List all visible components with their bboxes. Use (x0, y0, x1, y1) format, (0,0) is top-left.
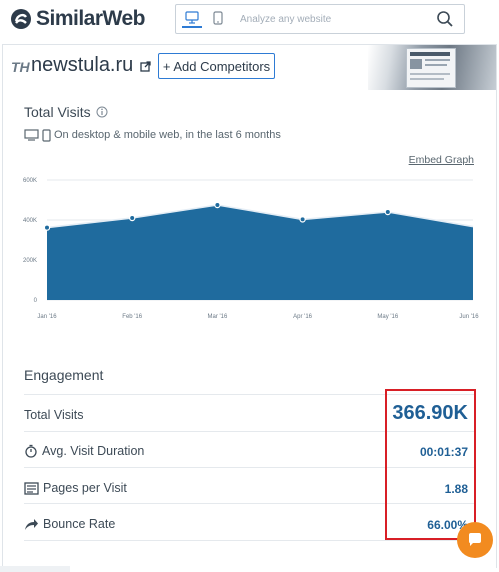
embed-graph-link[interactable]: Embed Graph (409, 154, 474, 166)
info-icon[interactable] (96, 106, 108, 118)
y-tick-label: 600K (23, 178, 37, 184)
top-header: SimilarWeb (0, 0, 499, 38)
y-tick-label: 0 (34, 298, 38, 304)
data-point (128, 214, 136, 222)
chat-button[interactable] (457, 522, 493, 558)
data-point (299, 216, 306, 223)
data-point (43, 224, 51, 231)
y-tick-label: 400K (23, 218, 37, 224)
chat-icon (469, 533, 481, 546)
similarweb-logo[interactable]: SimilarWeb (10, 7, 145, 31)
area-series (47, 205, 473, 300)
search-input[interactable] (238, 7, 432, 31)
metric-label-text: Total Visits (24, 408, 84, 422)
site-name[interactable]: newstula.ru (31, 54, 133, 77)
metric-label-total-visits: Total Visits (24, 405, 84, 425)
external-link-icon[interactable] (140, 61, 151, 72)
metric-label-text: Bounce Rate (43, 517, 116, 531)
pages-icon (24, 481, 39, 495)
bottom-bar (0, 566, 70, 572)
highlight-box (385, 389, 476, 540)
mobile-icon (213, 11, 223, 25)
mobile-toggle[interactable] (208, 8, 228, 28)
total-visits-chart: 0 200K 400K 600K Jan '16 Feb '16 Mar '16 Apr '1… (23, 178, 479, 320)
metric-label-pages-per-visit: Pages per Visit (24, 478, 127, 498)
add-competitors-button[interactable]: + Add Competitors (158, 53, 275, 79)
site-favicon-icon: TH (11, 59, 30, 75)
desktop-icon (185, 10, 199, 24)
x-tick-label: Apr '16 (293, 314, 312, 320)
x-tick-label: Mar '16 (207, 314, 227, 320)
metric-label-avg-visit-duration: Avg. Visit Duration (24, 441, 144, 461)
x-tick-label: Jan '16 (37, 314, 57, 320)
desktop-icon (24, 129, 39, 141)
metric-label-text: Pages per Visit (43, 481, 127, 495)
engagement-title: Engagement (24, 367, 104, 383)
total-visits-subtitle: On desktop & mobile web, in the last 6 m… (24, 128, 281, 142)
data-point (384, 208, 391, 216)
search-icon[interactable] (436, 10, 454, 28)
metric-label-bounce-rate: Bounce Rate (24, 514, 115, 534)
brand-name: SimilarWeb (36, 7, 145, 30)
stopwatch-icon (25, 444, 37, 458)
data-point (214, 201, 221, 209)
logo-icon (11, 9, 31, 29)
mobile-icon (42, 128, 51, 142)
x-tick-label: May '16 (377, 314, 398, 320)
total-visits-title: Total Visits (24, 104, 91, 120)
subtitle-text: On desktop & mobile web, in the last 6 m… (54, 129, 281, 141)
x-tick-label: Feb '16 (122, 314, 142, 320)
x-tick-label: Jun '16 (459, 314, 479, 320)
site-thumbnail (368, 45, 496, 91)
metric-label-text: Avg. Visit Duration (42, 444, 145, 458)
desktop-toggle[interactable] (182, 8, 202, 28)
bounce-arrow-icon (25, 518, 38, 530)
search-box (175, 4, 465, 34)
divider (24, 540, 474, 541)
y-tick-label: 200K (23, 258, 37, 264)
site-bar: TH newstula.ru + Add Competitors (2, 44, 497, 92)
